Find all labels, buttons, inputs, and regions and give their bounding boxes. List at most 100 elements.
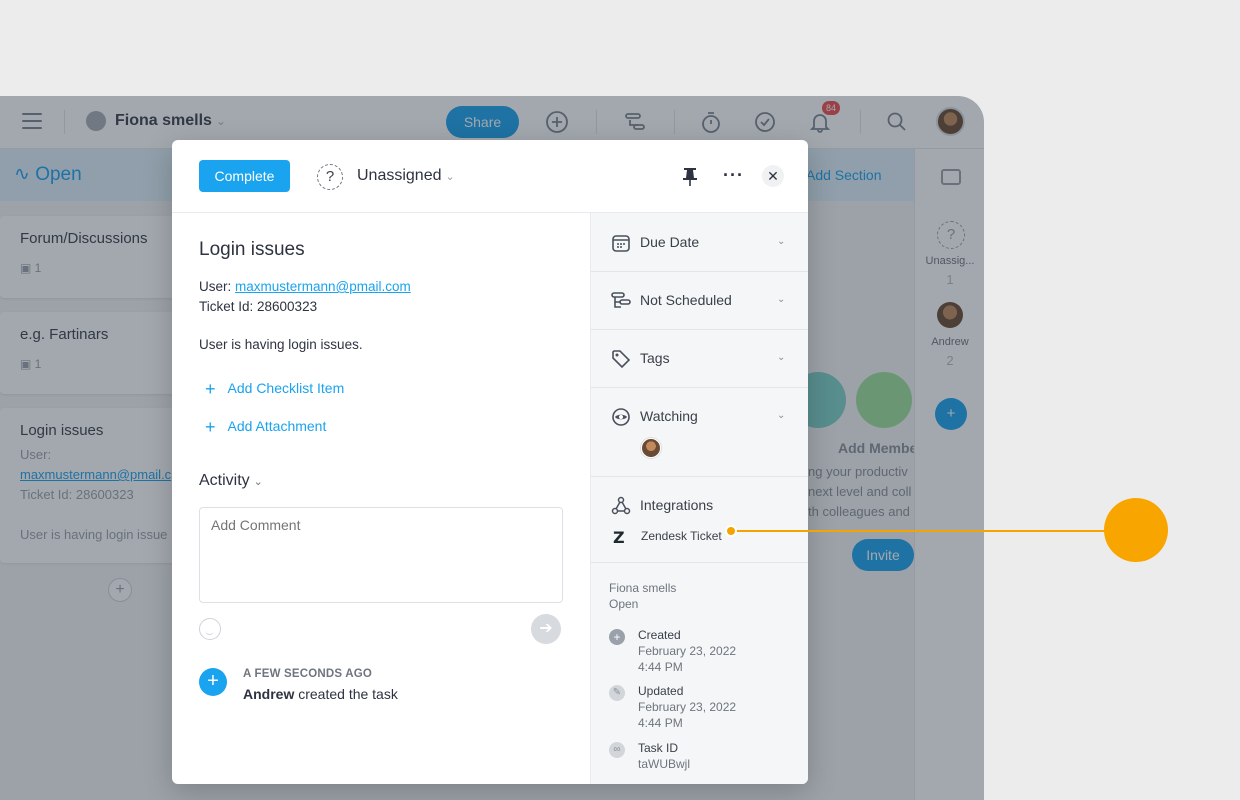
task-main-panel: Login issues User: maxmustermann@pmail.c… <box>172 213 590 784</box>
plus-circle-icon: + <box>609 629 625 645</box>
more-options-icon[interactable]: ··· <box>723 165 744 186</box>
check-circle-icon[interactable] <box>752 109 778 135</box>
plus-icon: + <box>205 379 216 399</box>
menu-icon[interactable] <box>22 113 42 129</box>
task-detail-modal: Complete ? Unassigned ⌄ ··· ✕ Login issue… <box>172 140 808 784</box>
add-checklist-item-button[interactable]: + Add Checklist Item <box>205 379 344 400</box>
due-date-label: Due Date <box>640 234 700 250</box>
watching-row[interactable]: Watching ⌄ <box>591 388 808 477</box>
calendar-icon <box>612 235 630 252</box>
emoji-icon[interactable] <box>199 618 221 640</box>
card-title: Login issues <box>20 422 104 439</box>
chevron-down-icon: ⌄ <box>253 476 263 488</box>
due-date-row[interactable]: Due Date ⌄ <box>591 213 808 272</box>
callout-line <box>730 530 1110 532</box>
callout-dot <box>725 525 737 537</box>
andrew-avatar[interactable] <box>937 302 963 328</box>
divider <box>674 110 675 134</box>
task-card[interactable]: Forum/Discussions ▣ 1 <box>0 216 200 298</box>
card-title: e.g. Fartinars <box>20 326 109 343</box>
integrations-icon <box>611 496 631 515</box>
add-member-title: Add Membe <box>838 440 918 456</box>
add-section-link[interactable]: Add Section <box>806 167 882 183</box>
add-member-description: ng your productiv next level and coll th… <box>808 464 912 519</box>
callout-marker <box>1104 498 1168 562</box>
pin-icon[interactable] <box>682 167 698 187</box>
user-email-link[interactable]: maxmustermann@pmail.com <box>235 279 411 294</box>
rail-andrew-label: Andrew <box>931 336 969 348</box>
schedule-label: Not Scheduled <box>640 292 732 308</box>
chevron-down-icon: ⌄ <box>777 236 786 247</box>
divider <box>596 110 597 134</box>
assignee-label: Unassigned <box>357 167 442 184</box>
activity-created-icon: + <box>199 668 227 696</box>
activity-pulse-icon: ∿ <box>14 164 36 185</box>
card-email-link[interactable]: maxmustermann@pmail.c <box>20 467 171 482</box>
card-title: Forum/Discussions <box>20 230 148 247</box>
member-illustration <box>856 372 912 428</box>
chevron-down-icon: ⌄ <box>777 352 786 363</box>
integrations-label: Integrations <box>640 497 714 513</box>
comment-count: ▣ 1 <box>20 261 42 275</box>
timer-icon[interactable] <box>698 109 724 135</box>
comment-count: ▣ 1 <box>20 357 42 371</box>
info-project: Fiona smells <box>609 581 677 595</box>
divider <box>64 110 65 134</box>
complete-button[interactable]: Complete <box>199 160 290 192</box>
close-button[interactable]: ✕ <box>762 165 784 187</box>
rail-unassigned-label: Unassig... <box>925 255 975 267</box>
notification-badge: 84 <box>822 101 840 115</box>
invite-button[interactable]: Invite <box>852 539 914 571</box>
zendesk-ticket-link[interactable]: Zendesk Ticket <box>641 529 722 543</box>
link-icon: ∞ <box>609 742 625 758</box>
timeline-icon <box>611 292 631 308</box>
add-member-icon[interactable]: + <box>935 398 967 430</box>
task-location: Fiona smells Open <box>609 580 676 612</box>
panel-toggle-icon[interactable] <box>941 169 961 185</box>
send-comment-button[interactable]: ➔ <box>531 614 561 644</box>
plus-icon: + <box>205 417 216 437</box>
task-title[interactable]: Login issues <box>199 239 305 261</box>
activity-timestamp: A FEW SECONDS AGO <box>243 668 373 680</box>
add-attachment-button[interactable]: + Add Attachment <box>205 417 326 438</box>
project-switcher[interactable]: Fiona smells ⌄ <box>115 112 226 130</box>
integrations-row: Integrations Z Zendesk Ticket <box>591 477 808 563</box>
zendesk-icon: Z <box>613 528 625 547</box>
task-card[interactable]: Login issues User: maxmustermann@pmail.c… <box>0 408 200 563</box>
watcher-avatar[interactable] <box>641 438 661 458</box>
chevron-down-icon: ⌄ <box>777 410 786 421</box>
modal-header: Complete ? Unassigned ⌄ ··· ✕ <box>172 140 808 213</box>
user-avatar[interactable] <box>936 107 965 136</box>
chevron-down-icon: ⌄ <box>215 114 226 128</box>
divider <box>860 110 861 134</box>
task-properties-panel: Due Date ⌄ Not Scheduled ⌄ Tags ⌄ Watchi… <box>590 213 808 784</box>
comment-input[interactable] <box>199 507 563 603</box>
add-card-button[interactable]: + <box>108 578 132 602</box>
share-button[interactable]: Share <box>446 106 519 138</box>
section-title[interactable]: ∿ Open <box>14 163 82 186</box>
project-icon <box>86 111 106 131</box>
activity-entry: Andrew created the task <box>243 686 398 702</box>
members-rail: ? Unassig... 1 Andrew 2 + <box>914 149 984 800</box>
rail-unassigned-count: 1 <box>946 272 954 287</box>
timeline-icon[interactable] <box>622 109 648 135</box>
project-name: Fiona smells <box>115 112 212 129</box>
task-card[interactable]: e.g. Fartinars ▣ 1 <box>0 312 200 394</box>
activity-dropdown[interactable]: Activity ⌄ <box>199 472 263 490</box>
tag-icon <box>612 350 631 369</box>
pencil-icon: ✎ <box>609 685 625 701</box>
eye-icon <box>612 408 630 426</box>
task-description[interactable]: User: maxmustermann@pmail.com Ticket Id:… <box>199 277 411 317</box>
chevron-down-icon: ⌄ <box>445 171 455 183</box>
task-description-text[interactable]: User is having login issues. <box>199 337 363 352</box>
assignee-dropdown[interactable]: Unassigned ⌄ <box>357 167 455 185</box>
schedule-row[interactable]: Not Scheduled ⌄ <box>591 272 808 330</box>
add-icon[interactable] <box>544 109 570 135</box>
tags-label: Tags <box>640 350 670 366</box>
card-description: User: maxmustermann@pmail.c Ticket Id: 2… <box>20 447 172 542</box>
unassigned-icon[interactable]: ? <box>937 221 965 249</box>
unassigned-avatar-icon[interactable]: ? <box>317 164 343 190</box>
tags-row[interactable]: Tags ⌄ <box>591 330 808 388</box>
watching-label: Watching <box>640 408 698 424</box>
search-icon[interactable] <box>884 109 910 135</box>
